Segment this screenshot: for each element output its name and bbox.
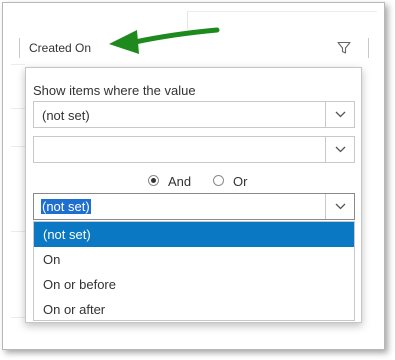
option-label: On [43, 252, 61, 267]
option-label: On or after [43, 302, 106, 317]
second-operator-value: (not set) [41, 199, 91, 214]
chevron-down-icon [335, 203, 346, 210]
green-arrow-icon [109, 27, 220, 54]
second-operator-select[interactable]: (not set) [33, 193, 355, 220]
option-on-or-before[interactable]: On or before [34, 272, 354, 297]
and-label[interactable]: And [168, 174, 191, 189]
dropdown-button[interactable] [325, 194, 354, 219]
grid-window: Created On Show items where the value (n… [2, 2, 385, 350]
option-on-or-after[interactable]: On or after [34, 297, 354, 322]
column-title: Created On [29, 41, 92, 55]
grid-divider [11, 146, 25, 147]
first-value-select[interactable] [33, 136, 355, 163]
filter-popup: Show items where the value (not set) And [25, 67, 362, 323]
radio-selected-dot [151, 178, 156, 183]
operator-options-list: (not set) On On or before On or after [33, 221, 355, 321]
dropdown-button[interactable] [325, 102, 354, 127]
first-operator-select[interactable]: (not set) [33, 101, 355, 128]
grid-divider [187, 11, 377, 12]
or-label[interactable]: Or [233, 174, 247, 189]
option-label: On or before [43, 277, 116, 292]
chevron-down-icon [335, 146, 346, 153]
and-radio[interactable] [148, 175, 159, 186]
column-separator [368, 38, 369, 58]
option-not-set[interactable]: (not set) [34, 222, 354, 247]
option-label: (not set) [43, 227, 91, 242]
dropdown-button[interactable] [325, 137, 354, 162]
filter-prompt: Show items where the value [33, 83, 196, 98]
grid-divider [11, 317, 25, 318]
or-radio[interactable] [213, 175, 224, 186]
first-operator-value: (not set) [42, 108, 90, 123]
grid-divider [11, 64, 25, 65]
grid-divider [11, 231, 25, 232]
grid-divider [11, 108, 25, 109]
option-on[interactable]: On [34, 247, 354, 272]
filter-funnel-icon[interactable] [337, 41, 351, 55]
chevron-down-icon [335, 111, 346, 118]
column-separator [19, 38, 20, 58]
